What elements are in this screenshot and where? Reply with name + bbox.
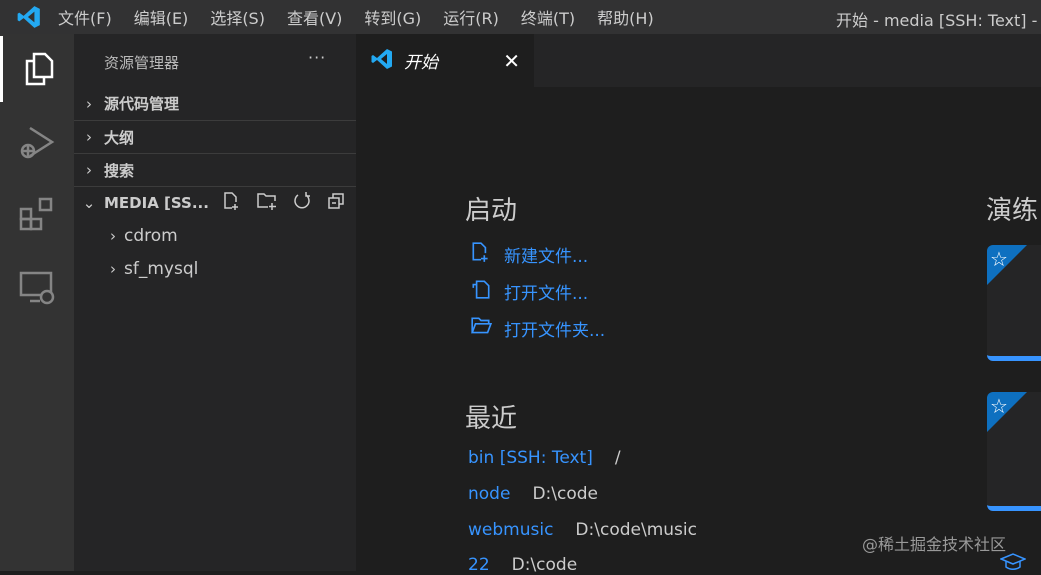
walkthrough-card[interactable]: ☆	[987, 245, 1041, 361]
menu-bar: 文件(F) 编辑(E) 选择(S) 查看(V) 转到(G) 运行(R) 终端(T) 帮助(H)	[58, 5, 676, 29]
chevron-right-icon: ›	[110, 226, 116, 245]
menu-help[interactable]: 帮助(H)	[597, 9, 654, 28]
tree-item-sf-mysql[interactable]: › sf_mysql	[74, 252, 356, 285]
recent-item[interactable]: node D:\code	[468, 484, 598, 504]
title-bar: 文件(F) 编辑(E) 选择(S) 查看(V) 转到(G) 运行(R) 终端(T) 帮助(H)…	[0, 0, 1041, 34]
tree-item-cdrom[interactable]: › cdrom	[74, 219, 356, 252]
recent-name[interactable]: bin [SSH: Text]	[468, 448, 593, 468]
tab-welcome[interactable]: 开始 ✕	[356, 34, 534, 87]
recent-name[interactable]: 22	[468, 555, 490, 575]
new-folder-icon[interactable]	[256, 191, 278, 215]
open-folder-icon	[470, 315, 504, 342]
menu-view[interactable]: 查看(V)	[287, 9, 342, 28]
remote-explorer-icon[interactable]	[0, 254, 74, 320]
recent-item[interactable]: webmusic D:\code\music	[468, 520, 697, 540]
open-file-icon	[470, 278, 504, 305]
explorer-icon[interactable]	[0, 36, 74, 102]
extensions-icon[interactable]	[0, 182, 74, 248]
star-icon: ☆	[990, 247, 1008, 271]
tab-label: 开始	[404, 53, 438, 73]
star-icon: ☆	[990, 394, 1008, 418]
walkthrough-heading: 演练	[986, 196, 1039, 226]
recent-item[interactable]: bin [SSH: Text] /	[468, 448, 621, 468]
new-file-icon	[470, 241, 504, 268]
chevron-right-icon: ›	[86, 94, 92, 113]
recent-path: D:\code	[511, 555, 578, 575]
walkthrough-card[interactable]: ☆	[987, 392, 1041, 511]
link-label: 新建文件...	[504, 247, 589, 267]
window-title: 开始 - media [SSH: Text] -	[836, 11, 1038, 30]
section-workspace[interactable]: ⌄ MEDIA [SS...	[74, 186, 356, 219]
start-heading: 启动	[465, 196, 518, 226]
section-source-control[interactable]: › 源代码管理	[74, 87, 356, 120]
section-label: 源代码管理	[104, 95, 180, 113]
recent-path: /	[614, 448, 621, 468]
new-file-link[interactable]: 新建文件...	[470, 241, 588, 268]
vscode-logo-icon	[0, 4, 58, 30]
explorer-title: 资源管理器	[104, 54, 180, 72]
chevron-right-icon: ›	[110, 259, 116, 278]
refresh-icon[interactable]	[292, 191, 312, 215]
open-folder-link[interactable]: 打开文件夹...	[470, 315, 605, 342]
recent-name[interactable]: webmusic	[468, 520, 553, 540]
recent-name[interactable]: node	[468, 484, 510, 504]
chevron-right-icon: ›	[86, 128, 92, 146]
recent-heading: 最近	[465, 404, 518, 434]
menu-go[interactable]: 转到(G)	[364, 9, 421, 28]
activity-bar	[0, 34, 74, 571]
tree-item-label: sf_mysql	[124, 258, 199, 279]
vscode-logo-icon	[370, 47, 394, 75]
chevron-down-icon: ⌄	[82, 194, 96, 212]
close-icon[interactable]: ✕	[503, 49, 520, 73]
workspace-label: MEDIA [SS...	[104, 194, 209, 212]
link-label: 打开文件...	[504, 284, 589, 304]
learn-icon	[999, 553, 1027, 575]
section-label: 搜索	[104, 161, 135, 180]
section-search[interactable]: › 搜索	[74, 153, 356, 186]
chevron-right-icon: ›	[86, 161, 92, 179]
menu-selection[interactable]: 选择(S)	[210, 9, 265, 28]
recent-item[interactable]: 22 D:\code	[468, 555, 577, 575]
editor-tab-bar: 开始 ✕	[356, 34, 1041, 87]
more-actions-icon[interactable]: ···	[308, 48, 326, 67]
menu-edit[interactable]: 编辑(E)	[134, 9, 189, 28]
recent-path: D:\code\music	[575, 520, 697, 540]
menu-file[interactable]: 文件(F)	[58, 9, 112, 28]
menu-run[interactable]: 运行(R)	[443, 9, 499, 28]
menu-terminal[interactable]: 终端(T)	[521, 9, 575, 28]
section-label: 大纲	[104, 128, 135, 147]
section-outline[interactable]: › 大纲	[74, 120, 356, 153]
collapse-all-icon[interactable]	[326, 191, 346, 215]
explorer-sidebar: 资源管理器 ··· › 源代码管理 › 大纲 › 搜索 ⌄ MEDIA [SS... ›…	[74, 34, 356, 571]
new-file-icon[interactable]	[222, 191, 242, 215]
run-debug-icon[interactable]	[0, 110, 74, 176]
recent-path: D:\code	[532, 484, 598, 504]
watermark: @稀土掘金技术社区	[862, 535, 1007, 554]
tree-item-label: cdrom	[124, 225, 178, 246]
link-label: 打开文件夹...	[504, 321, 606, 341]
open-file-link[interactable]: 打开文件...	[470, 278, 588, 305]
